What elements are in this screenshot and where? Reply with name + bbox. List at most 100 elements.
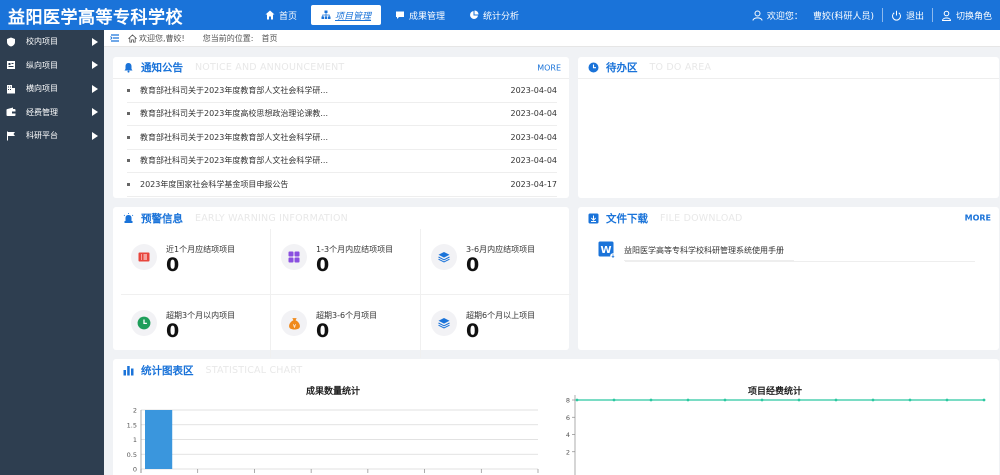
sidebar-item-internal-projects[interactable]: 校内项目: [0, 30, 104, 54]
data-point: [760, 398, 764, 402]
download-more-link[interactable]: MORE: [965, 214, 991, 223]
notice-title: 通知公告: [141, 62, 183, 74]
warning-title-en: EARLY WARNING INFORMATION: [195, 212, 348, 224]
project-funding-chart: 2 4 6 8: [566, 395, 986, 475]
nav-achievements-label: 成果管理: [409, 11, 446, 22]
sidebar-item-label: 横向项目: [26, 84, 58, 94]
nav-project-management[interactable]: 项目管理: [311, 5, 382, 25]
stats-panel: 统计图表区 STATISTICAL CHART 成果数量统计 0 0.5 1 1.5 2…: [113, 359, 999, 475]
y-tick-label: 1: [133, 436, 137, 444]
warning-item-1-3-months[interactable]: 1-3个月内应结项项目 0: [271, 229, 421, 295]
clock-icon: [131, 310, 157, 336]
logout-label: 退出: [905, 11, 924, 22]
y-tick-label: 0: [133, 466, 137, 474]
data-point: [834, 398, 838, 402]
header-user-area: 欢迎您： 曹姣(科研人员) 退出 切换角色: [744, 0, 1000, 30]
menu-toggle-icon[interactable]: [110, 33, 120, 43]
notice-item-date: 2023-04-04: [510, 85, 558, 95]
switch-role-button[interactable]: 切换角色: [933, 9, 1000, 22]
todo-panel: 待办区 TO DO AREA: [578, 57, 999, 198]
caret-right-icon: [92, 61, 98, 70]
todo-title: 待办区: [606, 62, 638, 74]
notice-item[interactable]: 教育部社科司关于2023年度教育部人文社会科学研... 2023-04-04: [127, 79, 557, 103]
nav-home-label: 首页: [279, 11, 298, 22]
notice-item-date: 2023-04-17: [510, 179, 558, 189]
notice-header: 通知公告 NOTICE AND ANNOUNCEMENT MORE: [113, 57, 569, 79]
breadcrumb-current[interactable]: 首页: [261, 33, 277, 44]
notice-item-date: 2023-04-04: [510, 156, 558, 166]
achievement-count-chart: 0 0.5 1 1.5 2: [127, 407, 539, 474]
sidebar-item-research-platform[interactable]: 科研平台: [0, 124, 104, 148]
sidebar-item-vertical-projects[interactable]: 纵向项目: [0, 54, 104, 78]
bar: [145, 410, 173, 469]
file-item[interactable]: W 益阳医学高等专科学校科研管理系统使用手册: [578, 229, 999, 261]
word-doc-icon: W: [598, 241, 616, 259]
y-tick-label: 6: [566, 414, 570, 422]
nav-statistics[interactable]: 统计分析: [459, 5, 529, 25]
warning-title: 预警信息: [141, 212, 183, 225]
notice-item[interactable]: 教育部社科司关于2023年度高校思想政治理论课教... 2023-04-04: [127, 103, 557, 126]
notice-item-title: 教育部社科司关于2023年度教育部人文社会科学研...: [140, 156, 328, 166]
warning-item-1-month[interactable]: 近1个月应结项项目 0: [121, 229, 271, 295]
bullet-icon: [127, 182, 130, 186]
warning-item-overdue-6-months[interactable]: 超期6个月以上项目 0: [421, 295, 571, 358]
stats-title: 统计图表区: [141, 364, 194, 377]
caret-right-icon: [92, 108, 98, 117]
notice-item[interactable]: 2023年度国家社会科学基金项目申报公告 2023-04-17: [127, 173, 557, 197]
y-tick-label: 1.5: [127, 421, 137, 429]
stats-header: 统计图表区 STATISTICAL CHART: [113, 359, 999, 381]
download-icon: [588, 213, 599, 224]
notice-item-date: 2023-04-04: [510, 132, 558, 142]
warning-value: 0: [166, 254, 180, 276]
warning-item-overdue-3-6-months[interactable]: ¥ 超期3-6个月项目 0: [271, 295, 421, 358]
bullet-icon: [127, 88, 130, 92]
caret-right-icon: [92, 84, 98, 93]
user-switch-icon: [941, 10, 951, 21]
sidebar-item-label: 校内项目: [26, 37, 58, 47]
warning-value: 0: [316, 254, 330, 276]
bullet-icon: [127, 135, 130, 139]
sidebar-item-label: 经费管理: [26, 107, 58, 117]
logout-button[interactable]: 退出: [883, 9, 932, 22]
stats-title-en: STATISTICAL CHART: [205, 364, 303, 376]
notice-more-link[interactable]: MORE: [537, 63, 561, 72]
location-label: 您当前的位置:: [202, 33, 254, 43]
warning-item-3-6-months[interactable]: 3-6月内应结项项目 0: [421, 229, 571, 295]
notice-list: 教育部社科司关于2023年度教育部人文社会科学研... 2023-04-04 教育部…: [113, 79, 569, 197]
notice-item[interactable]: 教育部社科司关于2023年度教育部人文社会科学研... 2023-04-04: [127, 126, 557, 150]
chat-bubble-icon: [396, 11, 405, 19]
download-header: 文件下载 FILE DOWNLOAD MORE: [578, 207, 999, 229]
bar-chart-icon: [123, 365, 134, 376]
data-point: [908, 398, 912, 402]
layers-icon: [431, 310, 457, 336]
bullet-icon: [127, 159, 130, 163]
nav-home[interactable]: 首页: [255, 5, 307, 25]
download-panel: 文件下载 FILE DOWNLOAD MORE W 益阳医学高等专科学校科研管理…: [578, 207, 999, 350]
warning-item-overdue-3-months[interactable]: 超期3个月以内项目 0: [121, 295, 271, 358]
switch-role-label: 切换角色: [955, 11, 992, 22]
todo-title-en: TO DO AREA: [649, 62, 712, 73]
warning-header: 预警信息 EARLY WARNING INFORMATION: [113, 207, 569, 229]
list-icon: [131, 244, 157, 270]
nav-achievements[interactable]: 成果管理: [385, 5, 455, 25]
building-icon: [6, 84, 16, 94]
warning-value: 0: [466, 320, 480, 342]
notice-item[interactable]: 教育部社科司关于2023年度教育部人文社会科学研... 2023-04-04: [127, 150, 558, 173]
y-tick-label: 2: [566, 448, 570, 456]
y-tick-label: 2: [133, 407, 137, 415]
warning-panel: 预警信息 EARLY WARNING INFORMATION 近1个月应结项项目…: [113, 207, 571, 358]
nav-statistics-label: 统计分析: [483, 11, 520, 22]
svg-text:W: W: [600, 245, 611, 256]
user-name: 曹姣(科研人员): [812, 11, 874, 22]
sidebar-item-horizontal-projects[interactable]: 横向项目: [0, 77, 104, 101]
caret-right-icon: [92, 37, 98, 46]
user-info[interactable]: 欢迎您： 曹姣(科研人员): [744, 9, 882, 22]
sidebar-item-label: 纵向项目: [26, 60, 58, 70]
top-header: 益阳医学高等专科学校 首页 项目管理 成果管理 统计分析 欢迎您： 曹姣(科研人…: [0, 0, 1000, 30]
warning-value: 0: [466, 254, 480, 276]
svg-text:¥: ¥: [292, 323, 296, 329]
sidebar-item-label: 科研平台: [26, 131, 58, 141]
data-point: [723, 398, 727, 402]
brand-title: 益阳医学高等专科学校: [8, 7, 183, 28]
sidebar-item-funding[interactable]: 经费管理: [0, 101, 104, 125]
